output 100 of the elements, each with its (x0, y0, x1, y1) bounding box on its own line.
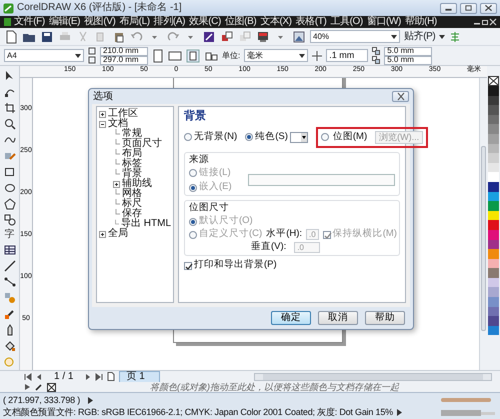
tree-item[interactable]: 背景 (122, 169, 142, 179)
color-dropdown[interactable] (290, 132, 308, 143)
zoom-dropdown[interactable]: 40% (310, 30, 400, 43)
color-swatch[interactable] (488, 278, 499, 288)
tree-item[interactable]: 全局 (108, 229, 128, 239)
close-button[interactable] (480, 2, 497, 14)
dialog-button[interactable]: 取消 (318, 311, 358, 325)
color-swatch[interactable] (488, 297, 499, 307)
width-field[interactable]: 210.0 mm (100, 46, 148, 56)
play-icon[interactable] (396, 408, 402, 416)
menu-item[interactable]: 编辑(E) (46, 16, 82, 28)
add-page-icon[interactable] (107, 372, 116, 382)
horizontal-scrollbar[interactable] (254, 372, 492, 381)
color-swatch[interactable] (488, 240, 499, 250)
no-color-icon[interactable] (47, 382, 56, 392)
table-icon[interactable] (4, 244, 16, 256)
color-swatch[interactable] (488, 220, 499, 230)
last-page-icon[interactable] (95, 372, 104, 381)
color-swatch[interactable] (488, 326, 499, 336)
crop-icon[interactable] (4, 102, 16, 114)
eyedropper-icon[interactable] (35, 383, 43, 391)
color-swatch[interactable] (488, 144, 499, 154)
expand-icon[interactable] (113, 180, 120, 188)
color-swatch[interactable] (488, 192, 499, 202)
next-page-icon[interactable] (85, 372, 92, 381)
dimension-icon[interactable] (4, 260, 16, 272)
snap-button[interactable]: 贴齐(P) (404, 30, 436, 42)
save-icon[interactable] (40, 30, 54, 44)
menu-item[interactable]: 位图(B) (222, 16, 258, 28)
tree-item[interactable]: 网格 (122, 189, 142, 199)
tree-item[interactable]: 布局 (122, 149, 142, 159)
vertical-scrollbar[interactable] (479, 78, 487, 370)
color-swatch[interactable] (488, 114, 499, 124)
tree-item[interactable]: 文档 (108, 119, 128, 129)
dialog-button[interactable]: 帮助 (365, 311, 405, 325)
landscape-icon[interactable] (168, 48, 182, 62)
menu-item[interactable]: 帮助(H) (402, 16, 439, 28)
color-swatch[interactable] (488, 153, 499, 163)
color-swatch[interactable] (488, 172, 499, 182)
menu-item[interactable]: 文本(X) (258, 16, 294, 28)
tree-item[interactable]: 标签 (122, 159, 142, 169)
restore-icon[interactable] (481, 18, 489, 26)
duplicate-x-field[interactable]: 5.0 mm (384, 46, 432, 56)
units-dropdown[interactable]: 毫米 (244, 49, 308, 62)
tree-item[interactable]: 页面尺寸 (122, 139, 162, 149)
smart-fill-icon[interactable] (4, 150, 16, 162)
maximize-button[interactable] (460, 2, 477, 14)
menu-item[interactable]: 布局(L) (117, 16, 152, 28)
tree-item[interactable]: 保存 (122, 209, 142, 219)
close-button[interactable] (392, 91, 409, 102)
dialog-button[interactable]: 确定 (271, 311, 311, 325)
menu-item[interactable]: 表格(T) (294, 16, 328, 28)
menu-item[interactable]: 视图(V) (82, 16, 118, 28)
fill-icon[interactable] (4, 340, 16, 352)
all-pages-icon[interactable] (186, 48, 200, 62)
launcher-icon[interactable] (202, 30, 216, 44)
color-swatch[interactable] (488, 86, 499, 96)
caret-icon[interactable] (439, 34, 446, 38)
color-swatch[interactable] (488, 124, 499, 134)
zoom-icon[interactable] (4, 118, 16, 130)
first-page-icon[interactable] (24, 372, 32, 381)
polygon-icon[interactable] (4, 198, 16, 210)
ellipse-icon[interactable] (4, 182, 16, 194)
connector-icon[interactable] (4, 276, 16, 288)
color-swatch[interactable] (488, 316, 499, 326)
checkbox[interactable] (184, 262, 192, 270)
import-icon[interactable] (220, 30, 234, 44)
menu-item[interactable]: 工具(O) (328, 16, 365, 28)
portrait-icon[interactable] (152, 48, 164, 62)
tree-item[interactable]: 辅助线 (122, 179, 152, 189)
radio-button[interactable] (184, 133, 192, 142)
no-color-swatch-icon[interactable] (488, 76, 499, 86)
color-swatch[interactable] (488, 249, 499, 259)
menu-item[interactable]: 文件(F) (12, 16, 47, 28)
rectangle-icon[interactable] (4, 166, 16, 178)
tree-item[interactable]: 标尺 (122, 199, 142, 209)
pdf-icon[interactable] (256, 30, 270, 44)
image-icon[interactable] (292, 30, 306, 44)
color-swatch[interactable] (488, 201, 499, 211)
close-icon[interactable] (489, 18, 497, 26)
radio-button[interactable] (245, 133, 254, 142)
menu-item[interactable]: 排列(A) (152, 16, 188, 28)
color-swatch[interactable] (488, 162, 499, 172)
shapes-icon[interactable] (4, 214, 16, 226)
color-swatch[interactable] (488, 96, 499, 106)
text-tool-icon[interactable]: 字 (4, 230, 14, 240)
color-swatch[interactable] (488, 210, 499, 220)
tree-item[interactable]: 工作区 (108, 109, 138, 119)
collapse-icon[interactable] (99, 120, 106, 128)
minimize-button[interactable] (440, 2, 457, 14)
menu-item[interactable]: 效果(C) (187, 16, 223, 28)
eyedropper-icon[interactable] (4, 308, 16, 320)
radio-button[interactable] (320, 133, 329, 142)
pointer-icon[interactable] (4, 70, 16, 82)
menu-item[interactable]: 窗口(W) (364, 16, 403, 28)
color-swatch[interactable] (488, 230, 499, 240)
color-swatch[interactable] (488, 134, 499, 144)
page-tab[interactable]: 页 1 (119, 371, 160, 382)
play-icon[interactable] (88, 396, 94, 404)
tree-item[interactable]: 常规 (122, 129, 142, 139)
